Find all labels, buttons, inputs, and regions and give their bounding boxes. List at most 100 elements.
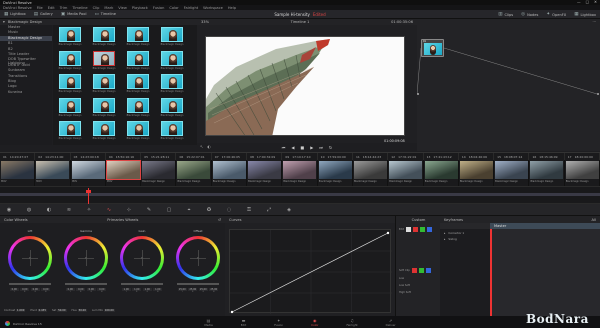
warper-icon[interactable]: ⊹ <box>124 207 134 213</box>
keyframe-grid[interactable] <box>490 229 600 316</box>
hdr-icon[interactable]: ◐ <box>44 207 54 213</box>
playhead[interactable] <box>88 188 89 204</box>
keyframe-playhead[interactable] <box>490 229 492 316</box>
media-pool-clip[interactable]: Blackmagic Design <box>91 50 117 71</box>
loop-icon[interactable]: ↻ <box>329 145 332 150</box>
menu-item[interactable]: Help <box>228 6 236 10</box>
red-swatch[interactable] <box>413 227 419 232</box>
media-pool-clip[interactable]: Blackmagic Design <box>57 97 83 118</box>
play-reverse-icon[interactable]: ◀ <box>291 145 294 150</box>
timeline-clip[interactable]: Blackmagic Design <box>353 160 389 186</box>
media-pool-clip[interactable]: Blackmagic Design <box>57 121 83 141</box>
master-wheel-slider[interactable] <box>121 283 163 285</box>
wheel-ring[interactable] <box>64 236 108 280</box>
toolbar-button-media-pool[interactable]: ▣ Media Pool <box>57 10 91 19</box>
green-swatch[interactable] <box>420 227 426 232</box>
adjust-pivot[interactable]: Pivot 0.435 <box>30 308 47 312</box>
key-icon[interactable]: ⚿ <box>244 207 254 213</box>
toolbar-button-lightbox[interactable]: ▦ Lightbox <box>0 10 30 19</box>
media-pool-clip[interactable]: Blackmagic Design <box>91 97 117 118</box>
menu-item[interactable]: Fairlight <box>184 6 198 10</box>
timeline-clip[interactable]: Blackmagic Design <box>494 160 530 186</box>
skip-back-icon[interactable]: ⏮ <box>282 145 286 150</box>
adjust-value[interactable]: 50.00 <box>57 308 67 312</box>
timeline-name[interactable]: Timeline 1 <box>291 20 310 24</box>
menu-item[interactable]: Color <box>169 6 178 10</box>
bin-item[interactable]: Kurwina <box>0 90 52 95</box>
timeline-clip[interactable]: MOV <box>0 160 36 186</box>
blur-icon[interactable]: ◌ <box>224 207 234 213</box>
adjust-hue[interactable]: Hue 50.00 <box>72 308 87 312</box>
bin-name[interactable]: Blackmagic Design <box>8 20 42 24</box>
adjust-value[interactable]: 50.00 <box>77 308 87 312</box>
expand-icon[interactable]: ▸ <box>444 237 445 241</box>
adjust-contrast[interactable]: Contrast 1.000 <box>4 308 26 312</box>
timeline-clip[interactable]: Blackmagic Design <box>318 160 353 186</box>
timeline-clip[interactable]: Blackmagic Design <box>282 160 318 186</box>
timeline-clip[interactable]: Blackmagic Design <box>176 160 212 186</box>
primaries-icon[interactable]: ◍ <box>24 207 34 213</box>
node-01[interactable]: 01 <box>421 39 444 57</box>
media-pool-clip[interactable]: Blackmagic Design <box>125 74 151 94</box>
node-options-icon[interactable]: ⋯ <box>592 20 596 24</box>
wheel-handle[interactable] <box>29 257 31 259</box>
media-pool-clip[interactable]: Blackmagic Design <box>57 27 83 47</box>
media-pool-clip[interactable]: Blackmagic Design <box>91 121 117 141</box>
red-swatch[interactable] <box>411 268 417 273</box>
blue-swatch[interactable] <box>425 268 431 273</box>
wheels-mode[interactable]: Primaries Wheels <box>107 218 138 222</box>
toolbar-button-clips[interactable]: ▥ Clips <box>494 10 517 19</box>
toolbar-button-lightbox[interactable]: ▦ Lightbox <box>570 10 600 19</box>
tracker-icon[interactable]: ⌖ <box>184 207 194 213</box>
adjust-value[interactable]: 0.435 <box>37 308 47 312</box>
page-tab-edit[interactable]: ▬ Edit <box>241 318 246 327</box>
color-wheel-gamma[interactable]: Gamma 0.00 0.00 0.00 0.00 Y R G B <box>58 229 114 293</box>
page-tab-fairlight[interactable]: ♫ Fairlight <box>346 318 357 327</box>
magic-mask-icon[interactable]: ✪ <box>204 207 214 213</box>
wheel-ring[interactable] <box>8 236 52 280</box>
adjust-sat[interactable]: Sat 50.00 <box>52 308 67 312</box>
timeline-clip[interactable]: Blackmagic Design <box>565 160 600 186</box>
timeline-clip[interactable]: Blackmagic Design <box>424 160 459 186</box>
menu-item[interactable]: Fusion <box>153 6 165 10</box>
media-pool-clip[interactable]: Blackmagic Design <box>91 27 117 47</box>
media-pool-clip[interactable]: Blackmagic Design <box>91 74 117 94</box>
media-pool-clip[interactable]: Blackmagic Design <box>57 50 83 71</box>
curves-icon[interactable]: ∿ <box>104 207 114 213</box>
adjust-value[interactable]: 1.000 <box>15 308 26 312</box>
soft-clip-low-soft[interactable]: Low Soft <box>399 284 410 287</box>
color-match-icon[interactable]: ◉ <box>4 207 14 213</box>
adjust-lum-mix[interactable]: Lum Mix 100.00 <box>92 308 115 312</box>
chevron-down-icon[interactable]: ▾ <box>3 20 5 24</box>
toolbar-button-nodes[interactable]: ◎ Nodes <box>517 10 542 19</box>
media-pool-clip[interactable]: Blackmagic Design <box>159 121 185 141</box>
motion-effects-icon[interactable]: ✧ <box>84 207 94 213</box>
page-tab-color[interactable]: ◉ Color <box>311 318 318 327</box>
qualifier-icon[interactable]: ✎ <box>144 207 154 213</box>
timeline-clip[interactable]: Blackmagic Design <box>247 160 283 186</box>
toolbar-button-gallery[interactable]: ▤ Gallery <box>30 10 57 19</box>
blue-swatch[interactable] <box>427 227 433 232</box>
sizing-icon[interactable]: ⤢ <box>264 207 274 213</box>
play-icon[interactable]: ▶ <box>310 145 313 150</box>
menu-item[interactable]: Workspace <box>203 6 223 10</box>
window-icon[interactable]: ▢ <box>164 207 174 213</box>
zoom-level[interactable]: 33% <box>201 20 209 24</box>
expand-icon[interactable]: ▸ <box>444 231 445 235</box>
timeline-clip[interactable]: Blackmagic Design <box>141 160 177 186</box>
timeline-clip[interactable]: Blackmagic Design <box>212 160 248 186</box>
viewer-frame[interactable] <box>205 36 405 136</box>
media-pool-clip[interactable]: Blackmagic Design <box>125 27 151 47</box>
wheel-handle[interactable] <box>85 257 87 259</box>
color-wheel-gain[interactable]: Gain 1.00 1.00 1.00 1.00 Y R G B <box>114 229 170 293</box>
page-tab-media[interactable]: ▤ Media <box>204 318 212 327</box>
reset-icon[interactable]: ↺ <box>218 218 221 222</box>
timeline-clip[interactable]: Blackmagic Design <box>388 160 424 186</box>
media-pool-clip[interactable]: Blackmagic Design <box>125 121 151 141</box>
keyframes-filter[interactable]: All <box>592 218 596 222</box>
wheel-ring[interactable] <box>120 236 164 280</box>
master-wheel-slider[interactable] <box>65 283 107 285</box>
timeline-clip[interactable]: MOV <box>71 160 106 186</box>
green-swatch[interactable] <box>418 268 424 273</box>
media-pool-clip[interactable]: Blackmagic Design <box>159 27 185 47</box>
